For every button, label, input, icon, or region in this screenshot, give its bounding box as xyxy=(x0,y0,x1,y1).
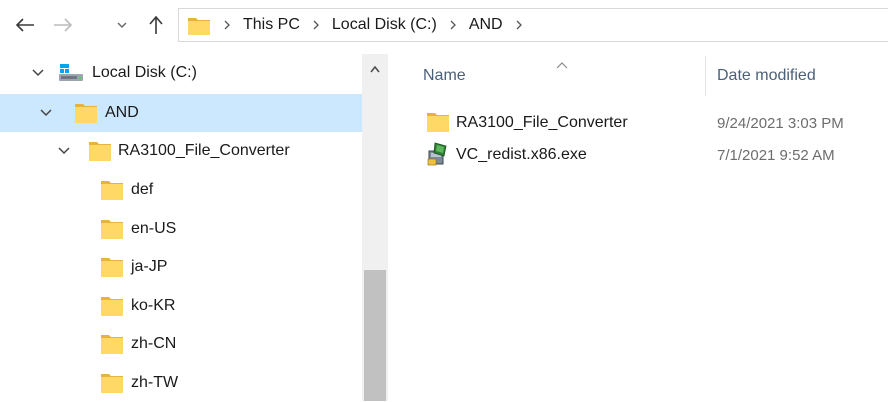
scroll-thumb[interactable] xyxy=(364,270,386,401)
recent-locations-button[interactable] xyxy=(112,10,132,40)
expand-chevron-icon[interactable] xyxy=(30,65,46,81)
tree-item-zh-cn[interactable]: zh-CN xyxy=(0,325,362,363)
tree-item-ko-kr[interactable]: ko-KR xyxy=(0,287,362,325)
tree-item-ja-jp[interactable]: ja-JP xyxy=(0,248,362,286)
drive-icon xyxy=(58,62,83,84)
breadcrumb-and[interactable]: AND xyxy=(463,9,509,41)
folder-icon xyxy=(426,111,450,137)
address-folder-icon xyxy=(187,14,211,36)
breadcrumb-separator[interactable] xyxy=(443,9,463,41)
expand-chevron-icon[interactable] xyxy=(56,143,72,159)
tree-item-ra3100-file-converter[interactable]: RA3100_File_Converter xyxy=(0,132,362,170)
file-date-modified: 7/1/2021 9:52 AM xyxy=(717,147,835,164)
file-name: RA3100_File_Converter xyxy=(456,114,628,131)
folder-icon xyxy=(100,256,124,278)
tree-item-label: zh-TW xyxy=(131,374,179,391)
chevron-right-icon xyxy=(224,20,230,30)
breadcrumb-local-disk[interactable]: Local Disk (C:) xyxy=(326,9,443,41)
tree-item-label: en-US xyxy=(131,220,177,237)
folder-icon xyxy=(100,218,124,240)
tree-item-label: def xyxy=(131,181,154,198)
breadcrumb-separator[interactable] xyxy=(509,9,529,41)
tree-item-label: AND xyxy=(105,104,139,121)
sort-ascending-icon xyxy=(556,56,568,73)
scroll-up-button[interactable] xyxy=(362,54,388,84)
file-name: VC_redist.x86.exe xyxy=(456,146,587,163)
tree-item-def[interactable]: def xyxy=(0,171,362,209)
folder-icon xyxy=(100,372,124,394)
folder-icon xyxy=(100,333,124,355)
tree-item-label: Local Disk (C:) xyxy=(92,64,197,81)
chevron-down-icon xyxy=(117,22,127,29)
folder-icon xyxy=(100,179,124,201)
breadcrumb-separator[interactable] xyxy=(306,9,326,41)
arrow-left-icon xyxy=(15,18,34,32)
tree-item-label: RA3100_File_Converter xyxy=(118,142,290,159)
breadcrumb-label: This PC xyxy=(243,16,300,33)
breadcrumb-this-pc[interactable]: This PC xyxy=(237,9,306,41)
file-date-modified: 9/24/2021 3:03 PM xyxy=(717,115,844,132)
tree-item-label: ko-KR xyxy=(131,297,176,314)
navigation-pane-scrollbar[interactable] xyxy=(362,54,388,401)
folder-icon xyxy=(88,140,112,162)
forward-button[interactable] xyxy=(46,10,80,40)
breadcrumb-label: AND xyxy=(468,16,503,33)
tree-item-en-us[interactable]: en-US xyxy=(0,210,362,248)
chevron-right-icon xyxy=(450,20,456,30)
chevron-right-icon xyxy=(313,20,319,30)
breadcrumb-label: Local Disk (C:) xyxy=(331,16,437,33)
arrow-right-icon xyxy=(54,18,73,32)
back-button[interactable] xyxy=(8,10,42,40)
tree-item-and[interactable]: AND xyxy=(0,94,362,132)
tree-item-label: ja-JP xyxy=(131,258,168,275)
expand-chevron-icon[interactable] xyxy=(38,105,54,121)
tree-item-local-disk[interactable]: Local Disk (C:) xyxy=(0,54,362,92)
breadcrumb-separator[interactable] xyxy=(217,9,237,41)
folder-icon xyxy=(100,295,124,317)
installer-icon xyxy=(426,142,450,170)
column-header-label: Date modified xyxy=(717,67,816,84)
tree-item-label: zh-CN xyxy=(131,335,177,352)
folder-icon xyxy=(74,102,98,124)
chevron-up-icon xyxy=(370,65,380,72)
column-header-label: Name xyxy=(423,67,466,84)
tree-item-zh-tw[interactable]: zh-TW xyxy=(0,364,362,402)
navigation-pane: Local Disk (C:) AND RA3100_File_Converte… xyxy=(0,54,362,401)
chevron-right-icon xyxy=(516,20,522,30)
up-button[interactable] xyxy=(142,10,170,40)
column-divider[interactable] xyxy=(705,56,706,96)
address-bar[interactable]: This PC Local Disk (C:) AND xyxy=(178,8,888,42)
arrow-up-icon xyxy=(149,15,163,34)
column-header-date-modified[interactable]: Date modified xyxy=(717,54,888,98)
